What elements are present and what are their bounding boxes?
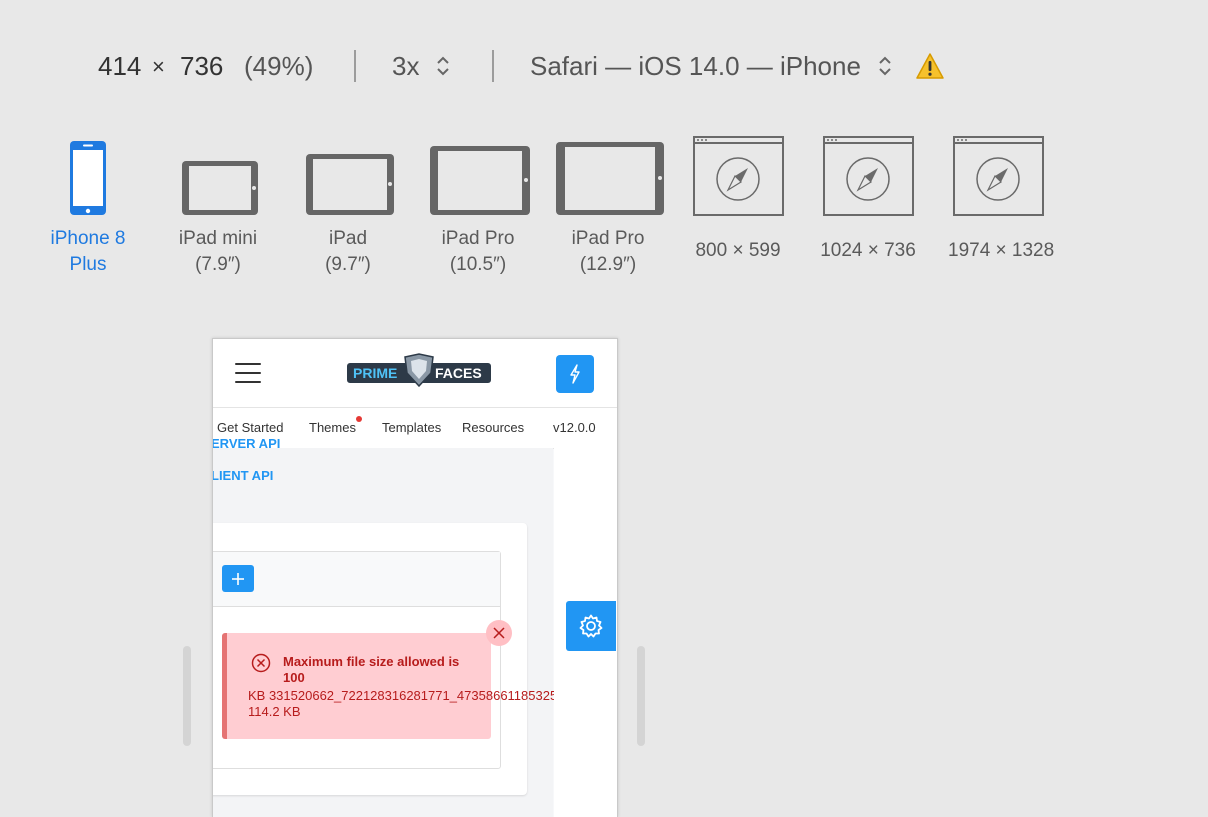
- device-sublabel: Plus: [69, 254, 107, 275]
- resize-handle-right[interactable]: [637, 646, 645, 746]
- error-summary: Maximum file size allowed is 100: [283, 654, 460, 685]
- dimension-times: ×: [152, 54, 165, 79]
- browser-window-icon: [823, 136, 914, 216]
- device-label: iPhone 8: [50, 228, 126, 249]
- device-1974x1328[interactable]: 1974 × 1328: [948, 136, 1055, 276]
- file-upload: Maximum file size allowed is 100 KB 3315…: [213, 551, 572, 769]
- ipad-icon: [430, 146, 530, 215]
- device-sublabel: (12.9″): [579, 254, 637, 275]
- nav-item-version[interactable]: v12.0.0: [553, 420, 596, 435]
- viewport-width[interactable]: 414: [98, 51, 141, 82]
- error-message: Maximum file size allowed is 100 KB 3315…: [222, 620, 572, 739]
- page-content: ERVER API LIENT API Maximum file size al…: [213, 436, 572, 817]
- updown-chevron-icon[interactable]: [877, 52, 893, 80]
- error-detail: KB 331520662_722128316281771_47358661185…: [248, 688, 572, 703]
- error-circle-icon: [251, 653, 271, 673]
- device-label: 1974 × 1328: [948, 240, 1055, 261]
- server-api-link[interactable]: ERVER API: [213, 436, 280, 451]
- device-label: 800 × 599: [695, 240, 781, 261]
- device-sublabel: (9.7″): [325, 254, 371, 275]
- device-800x599[interactable]: 800 × 599: [688, 136, 788, 276]
- file-upload-buttonbar: [213, 552, 500, 607]
- device-label: iPad mini: [178, 228, 258, 249]
- primefaces-logo[interactable]: PRIME FACES: [347, 353, 491, 387]
- device-ipad-pro-12-9[interactable]: iPad Pro (12.9″): [556, 138, 664, 278]
- device-label: 1024 × 736: [820, 240, 916, 261]
- separator: [492, 50, 494, 82]
- device-ipad-mini[interactable]: iPad mini (7.9″): [168, 138, 268, 278]
- iphone-icon: [70, 141, 106, 215]
- device-ipad[interactable]: iPad (9.7″): [298, 138, 398, 278]
- demo-card: Maximum file size allowed is 100 KB 3315…: [213, 523, 572, 795]
- theme-config-button[interactable]: [566, 601, 616, 651]
- warning-icon[interactable]: [915, 52, 945, 80]
- resize-handle-left[interactable]: [183, 646, 191, 746]
- nav-item-get-started[interactable]: Get Started: [217, 420, 283, 435]
- close-message-button[interactable]: [486, 620, 512, 646]
- nav-item-templates[interactable]: Templates: [382, 420, 441, 435]
- device-viewport: PRIME FACES Get Started Themes Templates…: [212, 338, 618, 817]
- separator: [354, 50, 356, 82]
- browser-window-icon: [693, 136, 784, 216]
- gear-icon: [579, 614, 603, 638]
- error-detail-size: 114.2 KB: [248, 704, 301, 719]
- notification-dot: [356, 416, 362, 422]
- quick-actions-button[interactable]: [556, 355, 594, 393]
- updown-chevron-icon[interactable]: [435, 52, 451, 80]
- responsive-toolbar: 414 × 736 (49%) 3x Safari — iOS 14.0 — i…: [0, 44, 1208, 88]
- client-api-link[interactable]: LIENT API: [213, 468, 273, 483]
- device-1024x736[interactable]: 1024 × 736: [818, 136, 918, 276]
- bolt-icon: [570, 364, 580, 384]
- choose-file-button[interactable]: [222, 565, 254, 592]
- logo-text-faces: FACES: [435, 365, 482, 381]
- close-icon: [493, 627, 505, 639]
- viewport-height[interactable]: 736: [180, 51, 223, 82]
- zoom-level: (49%): [244, 51, 314, 81]
- browser-window-icon: [953, 136, 1044, 216]
- pixel-ratio-select[interactable]: 3x: [392, 51, 419, 82]
- nav-item-themes[interactable]: Themes: [309, 420, 356, 435]
- logo-text-prime: PRIME: [353, 365, 397, 381]
- device-sublabel: (10.5″): [449, 254, 507, 275]
- device-sublabel: (7.9″): [195, 254, 241, 275]
- device-label: iPad: [328, 228, 368, 249]
- site-header: PRIME FACES: [213, 339, 617, 407]
- nav-item-resources[interactable]: Resources: [462, 420, 524, 435]
- device-iphone-8-plus[interactable]: iPhone 8 Plus: [38, 138, 138, 278]
- ipad-icon: [182, 161, 258, 215]
- hamburger-menu-icon[interactable]: [235, 363, 261, 383]
- ipad-icon: [556, 142, 664, 215]
- ipad-icon: [306, 154, 394, 215]
- plus-icon: [232, 572, 244, 585]
- device-ipad-pro-10-5[interactable]: iPad Pro (10.5″): [428, 138, 530, 278]
- device-label: iPad Pro: [571, 228, 645, 249]
- user-agent-select[interactable]: Safari — iOS 14.0 — iPhone: [530, 51, 861, 82]
- device-label: iPad Pro: [441, 228, 515, 249]
